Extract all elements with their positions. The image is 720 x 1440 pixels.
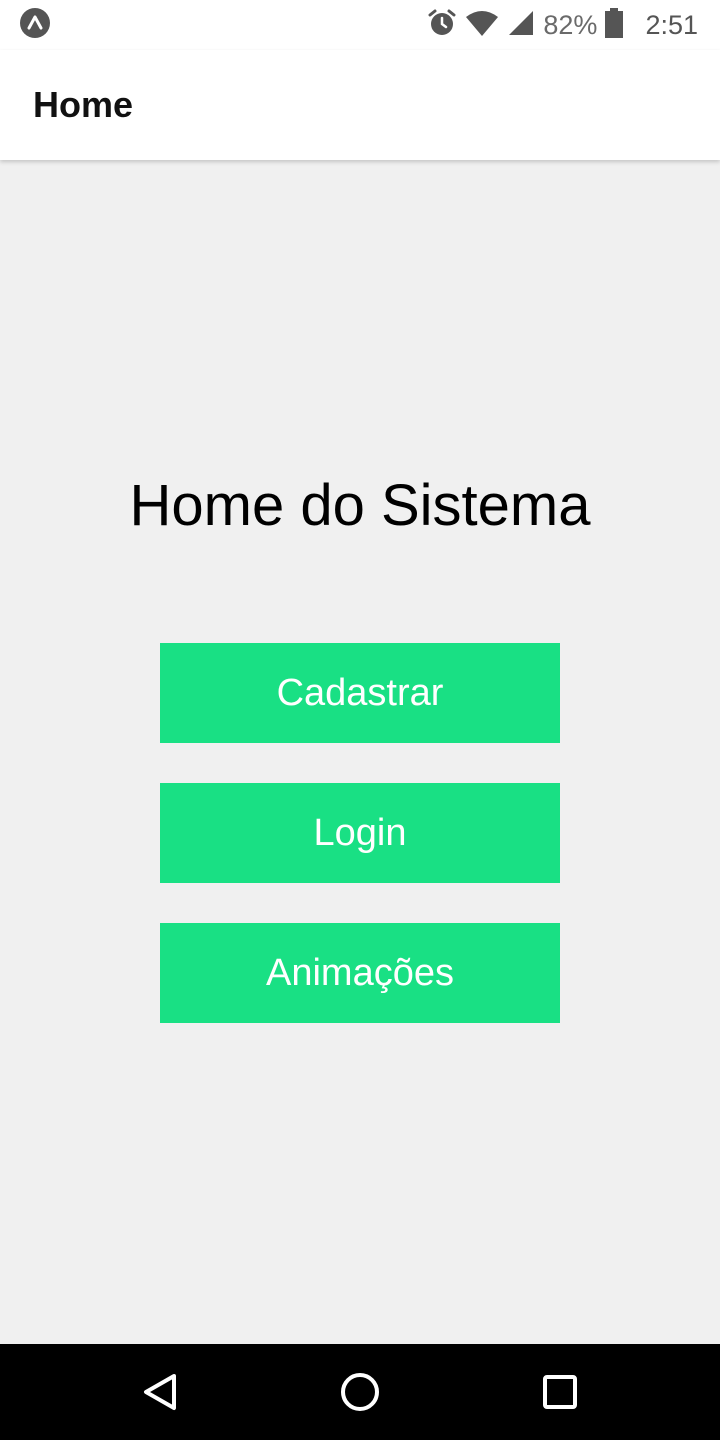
back-triangle-icon[interactable] (136, 1368, 184, 1416)
home-circle-icon[interactable] (336, 1368, 384, 1416)
cadastrar-button[interactable]: Cadastrar (160, 643, 560, 743)
app-bar: Home (0, 50, 720, 160)
status-time: 2:51 (645, 9, 698, 40)
signal-icon (507, 9, 535, 42)
login-button[interactable]: Login (160, 783, 560, 883)
navigation-bar (0, 1344, 720, 1440)
main-content: Home do Sistema Cadastrar Login Animaçõe… (0, 160, 720, 1344)
expo-icon (20, 7, 50, 43)
alarm-icon (427, 8, 457, 43)
recents-square-icon[interactable] (536, 1368, 584, 1416)
page-title: Home (33, 84, 134, 125)
home-heading: Home do Sistema (129, 473, 591, 538)
animacoes-button[interactable]: Animações (160, 923, 560, 1023)
battery-icon (605, 7, 624, 43)
status-bar: 82% 2:51 (0, 0, 720, 50)
wifi-icon (465, 9, 499, 42)
battery-percent: 82% (543, 9, 598, 40)
